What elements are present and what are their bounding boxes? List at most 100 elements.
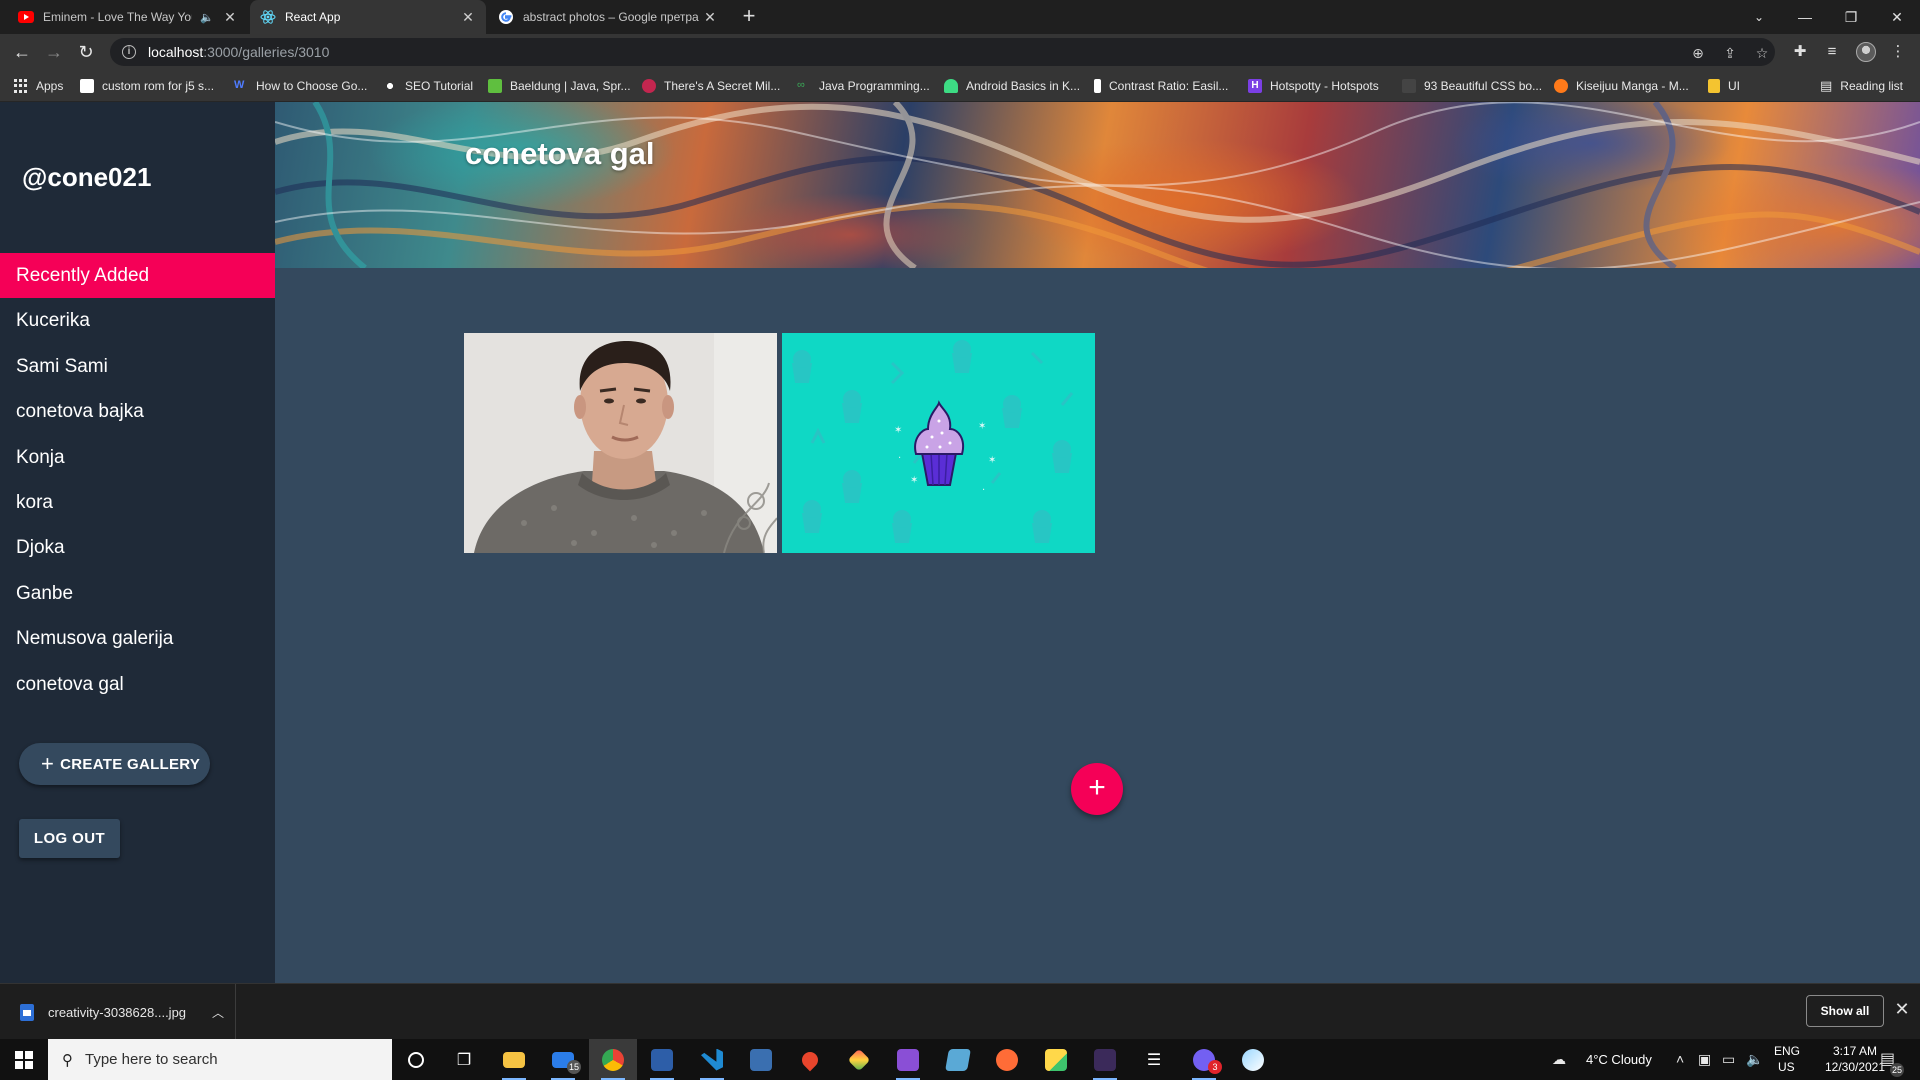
cupcake-illustration: ✶ ✶ ✶ ✶ · · [782, 333, 1095, 553]
region-code[interactable]: US [1778, 1060, 1795, 1074]
calculator-icon[interactable] [737, 1039, 785, 1080]
profile-avatar[interactable] [1856, 42, 1876, 62]
nav-item-gallery[interactable]: conetova bajka [0, 389, 275, 434]
share-icon[interactable]: ⇪ [1722, 45, 1738, 61]
create-gallery-button[interactable]: + CREATE GALLERY [19, 743, 210, 785]
volume-icon[interactable]: 🔈 [1746, 1051, 1763, 1068]
minimize-button[interactable]: — [1782, 0, 1828, 34]
tab-search-icon[interactable]: ⌄ [1736, 0, 1782, 34]
mail-icon[interactable]: 15 [539, 1039, 587, 1080]
taskbar-search-input[interactable]: ⚲ Type here to search [48, 1039, 392, 1080]
terminal-icon[interactable] [1081, 1039, 1129, 1080]
restore-button[interactable]: ❐ [1828, 0, 1874, 34]
chevron-up-icon[interactable]: ˄ [1676, 1051, 1684, 1067]
bookmark-item[interactable]: H Hotspotty - Hotspots [1248, 70, 1379, 102]
tab-title: React App [285, 10, 341, 24]
file-explorer-icon[interactable] [490, 1039, 538, 1080]
meet-now-icon[interactable]: ▣ [1698, 1051, 1711, 1068]
tab-google-search[interactable]: abstract photos – Google претра ✕ [488, 0, 728, 34]
menu-kebab-icon[interactable]: ⋮ [1888, 42, 1908, 62]
page-icon [80, 79, 94, 93]
download-item[interactable]: creativity-3038628....jpg ︿ [0, 984, 236, 1040]
add-image-fab[interactable]: + [1071, 763, 1123, 815]
git-icon[interactable] [835, 1039, 883, 1080]
powershell-icon[interactable] [638, 1039, 686, 1080]
search-icon: ⚲ [62, 1051, 73, 1069]
weather-text[interactable]: 4°C Cloudy [1586, 1052, 1652, 1067]
cortana-icon[interactable] [392, 1039, 440, 1080]
close-tab-icon[interactable]: ✕ [702, 9, 718, 26]
bookmark-folder[interactable]: UI [1708, 70, 1740, 102]
react-icon [260, 9, 276, 25]
download-shelf: creativity-3038628....jpg ︿ Show all ✕ [0, 983, 1920, 1040]
gallery-image-cupcake[interactable]: ✶ ✶ ✶ ✶ · · [782, 333, 1095, 553]
nav-item-gallery[interactable]: kora [0, 480, 275, 525]
zoom-icon[interactable]: ⊕ [1690, 45, 1706, 61]
network-icon[interactable]: ▭ [1722, 1051, 1735, 1068]
extensions-icon[interactable]: ✚ [1790, 42, 1810, 62]
folder-icon [1708, 79, 1720, 93]
bookmark-star-icon[interactable]: ☆ [1754, 45, 1770, 61]
start-button[interactable] [0, 1039, 48, 1080]
bookmark-item[interactable]: ∞ Java Programming... [797, 70, 930, 102]
nav-item-gallery[interactable]: Konja [0, 435, 275, 480]
visual-studio-icon[interactable] [884, 1039, 932, 1080]
tab-youtube[interactable]: Eminem - Love The Way You 🔈 ✕ [8, 0, 248, 34]
task-view-icon[interactable]: ❐ [440, 1039, 488, 1080]
speaker-icon[interactable]: 🔈 [200, 11, 214, 24]
language-code[interactable]: ENG [1774, 1044, 1800, 1058]
bookmark-apps[interactable]: Apps [14, 70, 63, 102]
forward-button[interactable]: → [40, 38, 68, 66]
w-icon: W [234, 79, 245, 91]
settings-sliders-icon[interactable]: ☰ [1130, 1039, 1178, 1080]
nav-item-gallery[interactable]: Nemusova galerija [0, 616, 275, 661]
bookmark-item[interactable]: custom rom for j5 s... [80, 70, 214, 102]
sticky-notes-icon[interactable] [1032, 1039, 1080, 1080]
logout-button[interactable]: LOG OUT [19, 819, 120, 858]
tab-react-app[interactable]: React App ✕ [250, 0, 486, 34]
notepad-icon[interactable] [934, 1039, 982, 1080]
bookmark-item[interactable]: Android Basics in K... [944, 70, 1080, 102]
nav-item-gallery[interactable]: conetova gal [0, 662, 275, 707]
bookmark-item[interactable]: 93 Beautiful CSS bo... [1402, 70, 1542, 102]
reload-button[interactable]: ↻ [72, 38, 100, 66]
bookmark-item[interactable]: Kiseijuu Manga - M... [1554, 70, 1689, 102]
paint-icon[interactable] [1229, 1039, 1277, 1080]
address-bar[interactable]: i localhost:3000/galleries/3010 ⊕ ⇪ ☆ [110, 38, 1775, 66]
seo-icon [383, 79, 397, 93]
postman-icon[interactable] [983, 1039, 1031, 1080]
bookmark-item[interactable]: There's A Secret Mil... [642, 70, 780, 102]
bookmarks-bar: Apps custom rom for j5 s... W How to Choo… [0, 70, 1920, 102]
nav-item-gallery[interactable]: Djoka [0, 525, 275, 570]
abstract-marble-pattern [275, 102, 1920, 268]
close-window-button[interactable]: ✕ [1874, 0, 1920, 34]
reading-list-button[interactable]: ▤ Reading list [1820, 70, 1903, 102]
bookmark-item[interactable]: Contrast Ratio: Easil... [1094, 70, 1228, 102]
show-all-downloads-button[interactable]: Show all [1806, 995, 1884, 1027]
svg-text:✶: ✶ [988, 455, 996, 466]
bookmark-item[interactable]: SEO Tutorial [383, 70, 473, 102]
maps-pin-icon[interactable] [786, 1039, 834, 1080]
vscode-icon[interactable] [688, 1039, 736, 1080]
bookmark-label: Hotspotty - Hotspots [1270, 79, 1379, 93]
media-control-icon[interactable]: ≡ [1822, 42, 1842, 62]
close-tab-icon[interactable]: ✕ [222, 9, 238, 26]
nav-item-gallery[interactable]: Kucerika [0, 298, 275, 343]
nav-item-gallery[interactable]: Sami Sami [0, 344, 275, 389]
close-download-shelf-icon[interactable]: ✕ [1892, 999, 1912, 1023]
windows-taskbar: ⚲ Type here to search ❐ 15 ☰ 3 ☁ 4°C Clo… [0, 1039, 1920, 1080]
bookmark-item[interactable]: Baeldung | Java, Spr... [488, 70, 631, 102]
viber-icon[interactable]: 3 [1180, 1039, 1228, 1080]
chevron-up-icon[interactable]: ︿ [212, 1004, 224, 1021]
nav-item-recently-added[interactable]: Recently Added [0, 253, 275, 298]
new-tab-button[interactable]: + [736, 4, 762, 30]
gallery-image-portrait[interactable] [464, 333, 777, 553]
bookmark-item[interactable]: W How to Choose Go... [234, 70, 367, 102]
url-host: localhost [148, 44, 204, 60]
close-tab-icon[interactable]: ✕ [460, 9, 476, 26]
nav-item-gallery[interactable]: Ganbe [0, 571, 275, 616]
chrome-icon[interactable] [589, 1039, 637, 1080]
site-info-icon[interactable]: i [122, 45, 136, 59]
weather-cloud-icon[interactable]: ☁ [1552, 1051, 1566, 1068]
back-button[interactable]: ← [8, 38, 36, 66]
